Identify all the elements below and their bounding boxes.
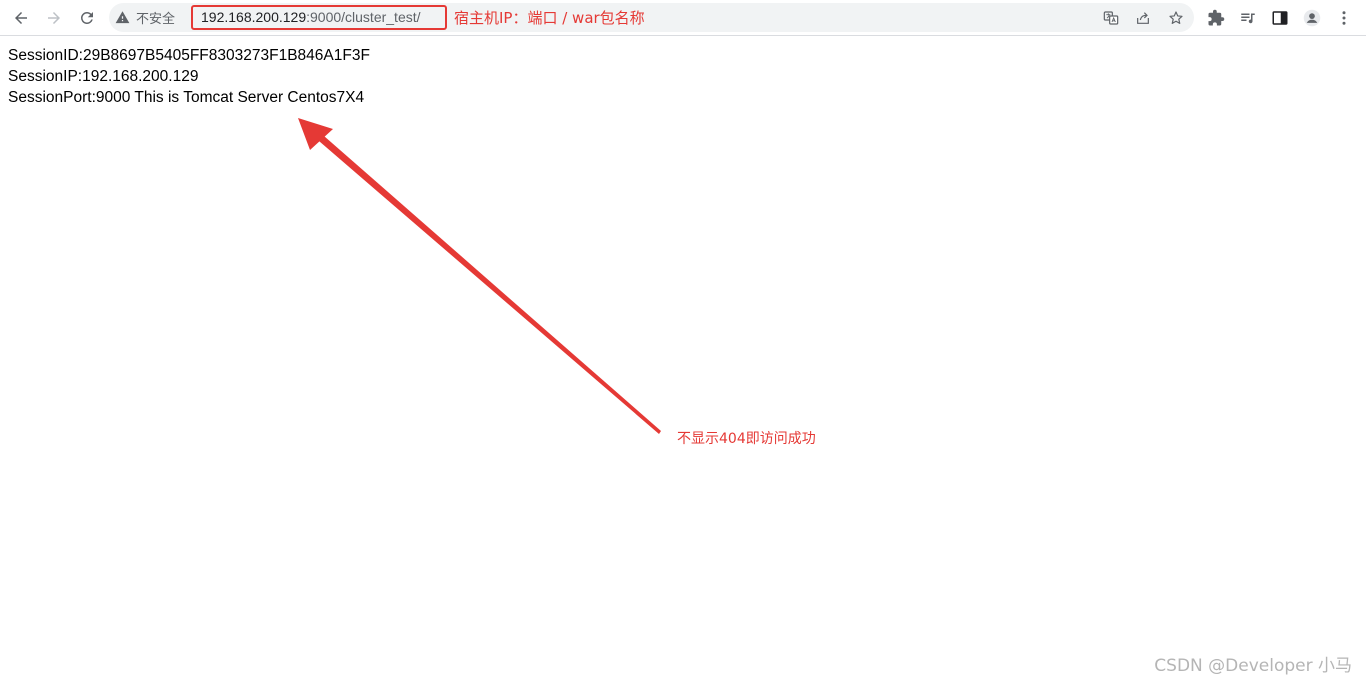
arrow-right-icon [48,12,60,24]
media-button[interactable] [1236,6,1260,30]
security-indicator[interactable]: 不安全 [115,3,175,32]
extensions-button[interactable] [1204,6,1228,30]
bookmark-button[interactable] [1166,8,1186,28]
media-queue-icon [1241,13,1255,24]
forward-button[interactable] [41,5,67,31]
side-panel-icon [1272,11,1288,25]
url-annotation: 宿主机IP：端口 / war包名称 [454,9,645,27]
reload-icon [80,11,93,24]
page-content: SessionID:29B8697B5405FF8303273F1B846A1F… [8,45,370,108]
share-button[interactable] [1133,8,1153,28]
session-port-line: SessionPort:9000 This is Tomcat Server C… [8,89,365,106]
share-icon [1137,12,1149,24]
translate-icon [1103,11,1119,25]
profile-icon [1303,9,1321,27]
reload-button[interactable] [74,5,100,31]
side-panel-button[interactable] [1268,6,1292,30]
arrow-left-icon [15,12,27,24]
translate-button[interactable] [1101,8,1121,28]
session-ip-line: SessionIP:192.168.200.129 [8,68,199,85]
puzzle-icon [1208,9,1225,26]
star-icon [1169,11,1183,24]
security-label: 不安全 [136,12,176,27]
session-id-line: SessionID:29B8697B5405FF8303273F1B846A1F… [8,47,370,64]
arrow-shaft [312,129,661,434]
url-highlight-box [191,5,447,30]
menu-button[interactable] [1332,6,1356,30]
kebab-menu-icon [1342,11,1346,25]
arrow-head [298,118,333,150]
back-button[interactable] [8,5,34,31]
watermark: CSDN @Developer 小马 [1154,656,1352,676]
success-annotation: 不显示404即访问成功 [677,431,816,447]
profile-button[interactable] [1300,6,1324,30]
warning-triangle-icon [115,11,130,24]
